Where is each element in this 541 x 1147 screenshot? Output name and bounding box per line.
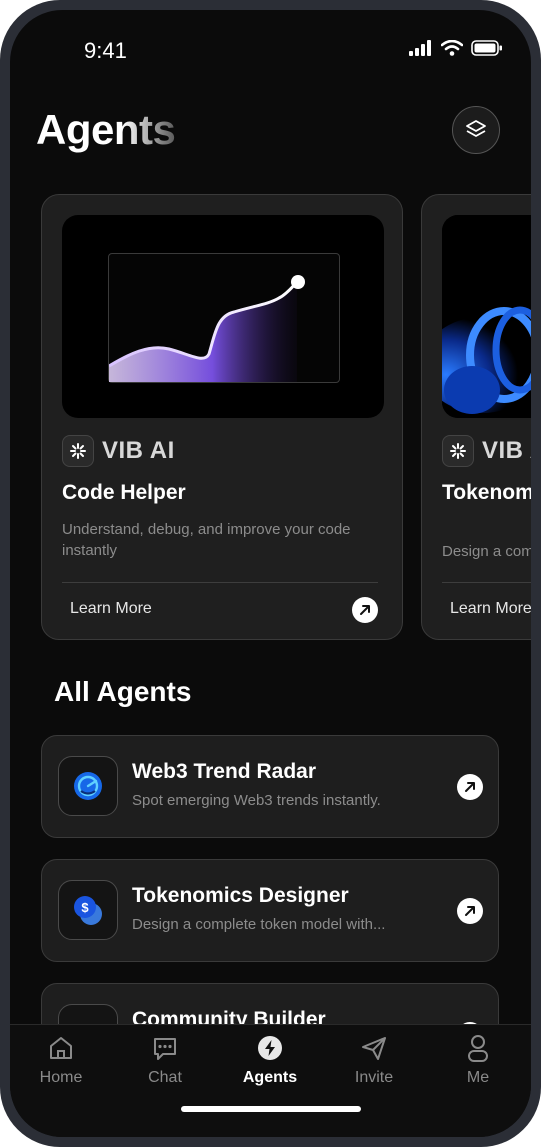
tab-home[interactable]: Home <box>21 1033 101 1087</box>
phone-frame: 9:41 Agents VIB AI Code Helper Understan… <box>0 0 541 1147</box>
arrow-up-right-icon <box>465 782 475 792</box>
card-illustration <box>442 215 531 418</box>
chat-icon <box>154 1038 176 1060</box>
tab-label: Home <box>39 1069 83 1086</box>
divider <box>442 582 531 583</box>
learn-more-link[interactable]: Learn More <box>450 600 531 618</box>
vib-logo-icon <box>442 435 474 467</box>
open-arrow-button[interactable] <box>457 898 483 924</box>
agent-row-tokenomics-designer[interactable]: $ Tokenomics Designer Design a complete … <box>41 859 499 962</box>
section-title: All Agents <box>54 676 192 707</box>
tab-label: Me <box>466 1069 490 1086</box>
tab-invite[interactable]: Invite <box>334 1033 414 1087</box>
status-icons <box>409 40 503 56</box>
agent-name: Web3 Trend Radar <box>132 760 316 783</box>
agent-name: Tokenomics Designer <box>132 884 349 907</box>
tab-me[interactable]: Me <box>438 1033 518 1087</box>
agent-row-web3-trend-radar[interactable]: Web3 Trend Radar Spot emerging Web3 tren… <box>41 735 499 838</box>
app-screen: 9:41 Agents VIB AI Code Helper Understan… <box>10 10 531 1137</box>
tab-chat[interactable]: Chat <box>125 1033 205 1087</box>
growth-chart-illustration <box>108 253 340 383</box>
open-arrow-button[interactable] <box>457 774 483 800</box>
token-icon: $ <box>58 880 118 940</box>
learn-more-link[interactable]: Learn More <box>70 600 152 618</box>
layers-icon <box>466 120 486 137</box>
brand-row: VIB AI <box>442 435 531 467</box>
send-icon <box>362 1037 386 1060</box>
tab-label: Invite <box>354 1069 394 1086</box>
card-description: Design a complete token model with... <box>442 543 531 560</box>
arrow-up-right-icon <box>360 605 370 615</box>
tab-label: Agents <box>242 1069 298 1086</box>
user-icon <box>468 1035 488 1062</box>
card-title: Code Helper <box>62 481 186 504</box>
tab-bar: Home Chat Agents Invite Me <box>10 1024 531 1137</box>
card-description: Understand, debug, and improve your code… <box>62 521 351 559</box>
status-bar: 9:41 <box>10 10 531 90</box>
card-title: Tokenomics Designer <box>442 481 531 504</box>
status-time: 9:41 <box>84 38 127 63</box>
home-indicator[interactable] <box>181 1106 361 1112</box>
agent-description: Design a complete token model with... <box>132 916 386 933</box>
radar-icon <box>58 756 118 816</box>
brand-row: VIB AI <box>62 435 175 467</box>
tab-label: Chat <box>148 1069 182 1086</box>
tab-agents[interactable]: Agents <box>230 1033 310 1087</box>
brand-name: VIB AI <box>482 437 531 464</box>
open-arrow-button[interactable] <box>352 597 378 623</box>
signal-icon <box>409 40 431 56</box>
agent-description: Spot emerging Web3 trends instantly. <box>132 792 381 809</box>
featured-carousel[interactable]: VIB AI Code Helper Understand, debug, an… <box>10 194 531 644</box>
divider <box>62 582 378 583</box>
svg-text:$: $ <box>81 900 89 915</box>
home-icon <box>50 1037 72 1059</box>
wifi-icon <box>441 40 463 56</box>
arrow-up-right-icon <box>465 906 475 916</box>
page-title: Agents <box>36 106 176 153</box>
vib-logo-icon <box>62 435 94 467</box>
card-illustration <box>62 215 384 418</box>
battery-icon <box>471 40 502 56</box>
layers-button[interactable] <box>452 106 500 154</box>
blue-coins-illustration <box>442 215 531 418</box>
feature-card-code-helper[interactable]: VIB AI Code Helper Understand, debug, an… <box>41 194 403 640</box>
feature-card-tokenomics[interactable]: VIB AI Tokenomics Designer Design a comp… <box>421 194 531 640</box>
bolt-icon <box>258 1036 282 1060</box>
brand-name: VIB AI <box>102 437 175 464</box>
